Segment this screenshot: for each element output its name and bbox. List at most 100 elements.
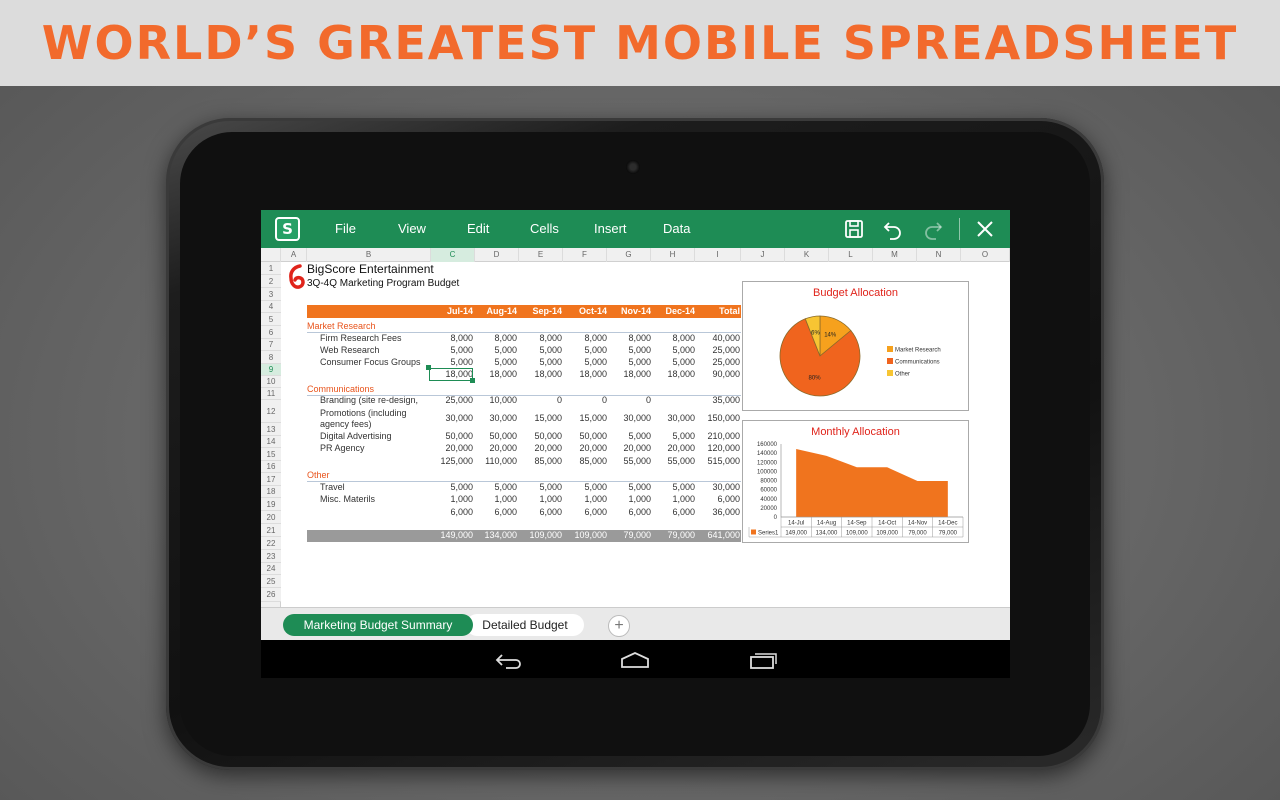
data-cell[interactable]: 30,000 — [651, 413, 695, 423]
row-label[interactable]: Branding (site re-design, — [320, 395, 418, 405]
data-cell[interactable]: 5,000 — [607, 431, 651, 441]
month-header[interactable]: Dec-14 — [651, 306, 695, 316]
area-series[interactable] — [796, 449, 948, 517]
row-header[interactable]: 7 — [261, 339, 281, 351]
menu-edit[interactable]: Edit — [467, 210, 489, 248]
row-header[interactable]: 2 — [261, 275, 281, 288]
selection-handle[interactable] — [470, 378, 475, 383]
row-header[interactable]: 14 — [261, 436, 281, 448]
col-header[interactable]: B — [307, 248, 431, 262]
row-header[interactable]: 11 — [261, 388, 281, 400]
data-cell[interactable]: 18,000 — [563, 369, 607, 379]
app-logo-icon[interactable]: S — [275, 217, 300, 241]
row-label[interactable]: Consumer Focus Groups — [320, 357, 421, 367]
data-cell[interactable]: 1,000 — [651, 494, 695, 504]
section-market-research[interactable]: Market Research — [307, 321, 376, 331]
col-header[interactable]: K — [785, 248, 829, 262]
data-cell[interactable]: 125,000 — [429, 456, 473, 466]
data-cell[interactable]: 25,000 — [429, 395, 473, 405]
data-cell[interactable]: 5,000 — [607, 357, 651, 367]
col-header[interactable]: H — [651, 248, 695, 262]
data-cell[interactable]: 20,000 — [518, 443, 562, 453]
data-cell[interactable]: 6,000 — [607, 507, 651, 517]
data-cell[interactable]: 5,000 — [473, 482, 517, 492]
row-header[interactable]: 21 — [261, 524, 281, 537]
row-header[interactable]: 18 — [261, 486, 281, 498]
data-cell[interactable]: 5,000 — [473, 345, 517, 355]
data-cell[interactable]: 8,000 — [563, 333, 607, 343]
data-cell[interactable]: 1,000 — [429, 494, 473, 504]
data-cell[interactable]: 30,000 — [473, 413, 517, 423]
row-header[interactable]: 24 — [261, 563, 281, 575]
monthly-allocation-chart[interactable]: Monthly Allocation 160000 140000 120000 100… — [742, 420, 969, 543]
data-cell[interactable]: 18,000 — [518, 369, 562, 379]
data-cell[interactable]: 8,000 — [429, 333, 473, 343]
data-cell[interactable]: 35,000 — [696, 395, 740, 405]
row-header[interactable]: 23 — [261, 550, 281, 563]
month-header[interactable]: Total — [696, 306, 740, 316]
total-cell[interactable]: 109,000 — [563, 530, 607, 540]
row-label[interactable]: Digital Advertising — [320, 431, 392, 441]
data-cell[interactable]: 55,000 — [651, 456, 695, 466]
data-cell[interactable]: 20,000 — [651, 443, 695, 453]
data-cell[interactable]: 8,000 — [607, 333, 651, 343]
col-header[interactable]: J — [741, 248, 785, 262]
data-cell[interactable]: 5,000 — [429, 357, 473, 367]
col-header[interactable]: L — [829, 248, 873, 262]
data-cell[interactable]: 40,000 — [696, 333, 740, 343]
data-cell[interactable]: 5,000 — [563, 345, 607, 355]
col-header[interactable]: M — [873, 248, 917, 262]
menu-view[interactable]: View — [398, 210, 426, 248]
data-cell[interactable]: 1,000 — [518, 494, 562, 504]
row-header[interactable]: 3 — [261, 288, 281, 301]
selection-handle[interactable] — [426, 365, 431, 370]
data-cell[interactable]: 25,000 — [696, 345, 740, 355]
data-cell[interactable]: 150,000 — [696, 413, 740, 423]
row-header[interactable]: 8 — [261, 351, 281, 364]
data-cell[interactable]: 50,000 — [518, 431, 562, 441]
row-header[interactable]: 17 — [261, 473, 281, 486]
data-cell[interactable]: 110,000 — [473, 456, 517, 466]
data-cell[interactable]: 0 — [563, 395, 607, 405]
col-header[interactable]: I — [695, 248, 741, 262]
data-cell[interactable]: 20,000 — [429, 443, 473, 453]
data-cell[interactable]: 20,000 — [473, 443, 517, 453]
data-cell[interactable]: 8,000 — [518, 333, 562, 343]
data-cell[interactable]: 5,000 — [518, 345, 562, 355]
data-cell[interactable]: 5,000 — [518, 357, 562, 367]
data-cell[interactable]: 6,000 — [429, 507, 473, 517]
col-header[interactable]: C — [431, 248, 475, 262]
selected-cell[interactable] — [429, 368, 473, 381]
row-header[interactable]: 26 — [261, 588, 281, 602]
data-cell[interactable]: 5,000 — [651, 357, 695, 367]
data-cell[interactable]: 85,000 — [518, 456, 562, 466]
data-cell[interactable]: 1,000 — [563, 494, 607, 504]
row-header[interactable]: 20 — [261, 511, 281, 524]
menu-cells[interactable]: Cells — [530, 210, 559, 248]
data-cell[interactable]: 18,000 — [473, 369, 517, 379]
row-header[interactable]: 5 — [261, 313, 281, 326]
data-cell[interactable]: 30,000 — [696, 482, 740, 492]
row-header[interactable]: 1 — [261, 262, 281, 275]
month-header[interactable]: Jul-14 — [429, 306, 473, 316]
menu-insert[interactable]: Insert — [594, 210, 627, 248]
data-cell[interactable]: 6,000 — [563, 507, 607, 517]
data-cell[interactable]: 20,000 — [607, 443, 651, 453]
data-cell[interactable]: 515,000 — [696, 456, 740, 466]
data-cell[interactable]: 6,000 — [473, 507, 517, 517]
row-label[interactable]: Promotions (including agency fees) — [320, 408, 430, 430]
row-label[interactable]: Misc. Materils — [320, 494, 375, 504]
tab-detailed-budget[interactable]: Detailed Budget — [466, 614, 584, 636]
data-cell[interactable]: 10,000 — [473, 395, 517, 405]
undo-icon[interactable] — [881, 217, 905, 241]
row-header[interactable]: 15 — [261, 448, 281, 461]
data-cell[interactable]: 5,000 — [651, 431, 695, 441]
data-cell[interactable]: 36,000 — [696, 507, 740, 517]
row-label[interactable]: PR Agency — [320, 443, 365, 453]
data-cell[interactable]: 18,000 — [651, 369, 695, 379]
col-header[interactable]: D — [475, 248, 519, 262]
data-cell[interactable]: 6,000 — [651, 507, 695, 517]
row-header[interactable]: 19 — [261, 498, 281, 511]
row-header[interactable]: 13 — [261, 423, 281, 436]
data-cell[interactable]: 50,000 — [429, 431, 473, 441]
